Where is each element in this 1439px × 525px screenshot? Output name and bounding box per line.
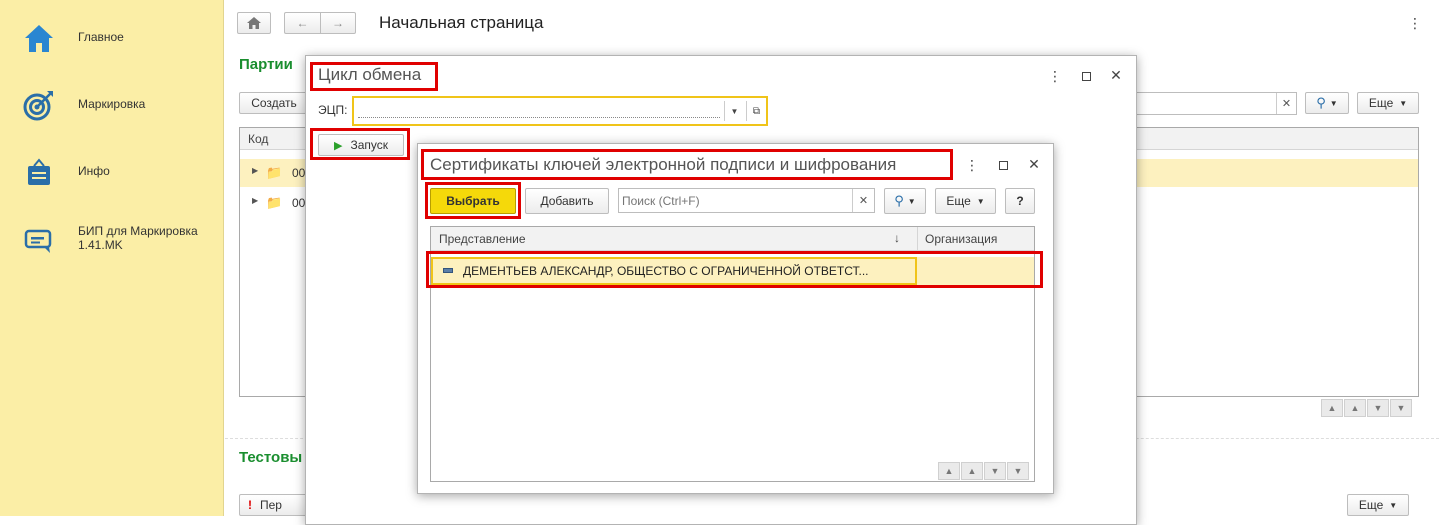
menu-icon[interactable]: ⋮ [1046,67,1064,85]
row-code: 00 [292,196,306,210]
chevron-down-icon: ▼ [976,196,985,206]
scroll-up-icon[interactable]: ▲ [961,462,983,480]
scroll-bottom-icon[interactable]: ▼ [1007,462,1029,480]
message-icon [24,229,52,253]
more-button[interactable]: Еще ▼ [935,188,996,214]
target-icon [23,91,53,121]
chevron-down-icon: ▼ [907,196,916,206]
search-button[interactable]: ⚲ ▼ [1305,92,1349,114]
sidebar-item-label: Главное [78,30,124,44]
scroll-top-icon[interactable]: ▲ [1321,399,1343,417]
add-button[interactable]: Добавить [525,188,609,214]
grid-scroll-controls: ▲ ▲ ▼ ▼ [938,462,1029,480]
column-divider [917,227,918,251]
sidebar-item-label: Инфо [78,164,110,178]
test-row-button[interactable]: ! Пер [239,494,309,516]
chevron-down-icon: ▼ [1389,500,1398,510]
close-icon[interactable]: ✕ [1107,66,1125,84]
table-row[interactable]: ДЕМЕНТЬЕВ АЛЕКСАНДР, ОБЩЕСТВО С ОГРАНИЧЕ… [431,257,1034,285]
more-label: Еще [1358,498,1384,512]
more-button[interactable]: Еще ▼ [1357,92,1419,114]
section-title-batches: Партии [239,56,293,73]
scroll-bottom-icon[interactable]: ▼ [1390,399,1412,417]
chevron-down-icon: ▼ [1329,98,1338,108]
home-icon [25,25,53,52]
certificates-grid[interactable]: Представление ↓ Организация ДЕМЕНТЬЕВ АЛ… [430,226,1035,482]
forward-button[interactable]: → [320,12,356,34]
folder-icon: 📁 [266,165,283,180]
row-code: 00 [292,166,306,180]
sidebar-item-main[interactable]: Главное [0,13,224,63]
menu-icon[interactable]: ⋮ [963,156,981,174]
expand-icon[interactable]: ▶ [252,196,258,205]
open-icon[interactable]: ⧉ [746,101,766,121]
create-button[interactable]: Создать [239,92,309,114]
sidebar-item-marking[interactable]: Маркировка [0,80,224,130]
start-button[interactable]: ▶ Запуск [318,134,404,156]
sidebar: Главное Маркировка Инфо БИП для Маркиров… [0,0,224,516]
home-button[interactable] [237,12,271,34]
home-icon [247,17,261,29]
warning-icon: ! [248,498,252,512]
page-title: Начальная страница [379,13,544,32]
row-representation: ДЕМЕНТЬЕВ АЛЕКСАНДР, ОБЩЕСТВО С ОГРАНИЧЕ… [463,264,869,278]
more-label: Еще [1368,96,1394,110]
arrow-left-icon: ← [296,16,309,30]
bag-icon [28,158,50,185]
more-button-2[interactable]: Еще ▼ [1347,494,1409,516]
scroll-down-icon[interactable]: ▼ [984,462,1006,480]
dialog-title: Цикл обмена [318,65,422,84]
section-title-tests: Тестовы [239,449,303,466]
selected-cell[interactable]: ДЕМЕНТЬЕВ АЛЕКСАНДР, ОБЩЕСТВО С ОГРАНИЧЕ… [431,257,917,285]
dropdown-icon[interactable]: ▼ [724,101,744,121]
search-icon: ⚲ [894,193,904,208]
search-button[interactable]: ⚲ ▼ [884,188,926,214]
certificate-dialog: Сертификаты ключей электронной подписи и… [417,143,1054,494]
column-header-organization[interactable]: Организация [925,232,997,246]
sidebar-item-info[interactable]: Инфо [0,147,224,197]
arrow-right-icon: → [332,16,344,30]
search-input[interactable]: ✕ [618,188,875,213]
clear-icon[interactable]: ✕ [852,189,874,212]
grid-header: Представление ↓ Организация [431,227,1034,251]
start-label: Запуск [350,138,388,152]
certificate-icon [443,268,453,273]
ecp-label: ЭЦП: [318,103,348,117]
select-button[interactable]: Выбрать [430,188,516,214]
test-row-label: Пер [260,498,282,512]
page-menu-icon[interactable]: ⋮ [1406,14,1424,32]
folder-icon: 📁 [266,195,283,210]
search-input-field[interactable] [619,189,853,212]
clear-icon[interactable]: ✕ [1276,93,1296,114]
close-icon[interactable]: ✕ [1025,155,1043,173]
back-button[interactable]: ← [284,12,320,34]
sidebar-item-label: БИП для Маркировка 1.41.MK [78,224,198,252]
sort-down-icon[interactable]: ↓ [894,231,900,245]
chevron-down-icon: ▼ [1399,98,1408,108]
maximize-icon[interactable] [1077,67,1095,85]
grid-scroll-controls: ▲ ▲ ▼ ▼ [1321,399,1412,417]
column-header-code: Код [248,132,269,146]
sidebar-item-bip[interactable]: БИП для Маркировка 1.41.MK [0,214,224,264]
scroll-down-icon[interactable]: ▼ [1367,399,1389,417]
column-header-representation[interactable]: Представление [439,232,526,246]
help-button[interactable]: ? [1005,188,1035,214]
maximize-icon[interactable] [994,156,1012,174]
sidebar-item-label: Маркировка [78,97,146,111]
ecp-field[interactable]: ▼ ⧉ [352,96,768,126]
scroll-top-icon[interactable]: ▲ [938,462,960,480]
scroll-up-icon[interactable]: ▲ [1344,399,1366,417]
more-label: Еще [946,194,971,208]
expand-icon[interactable]: ▶ [252,166,258,175]
search-icon: ⚲ [1316,95,1326,110]
dialog-title: Сертификаты ключей электронной подписи и… [430,155,897,174]
play-icon: ▶ [333,139,343,152]
ecp-value[interactable] [358,104,720,118]
